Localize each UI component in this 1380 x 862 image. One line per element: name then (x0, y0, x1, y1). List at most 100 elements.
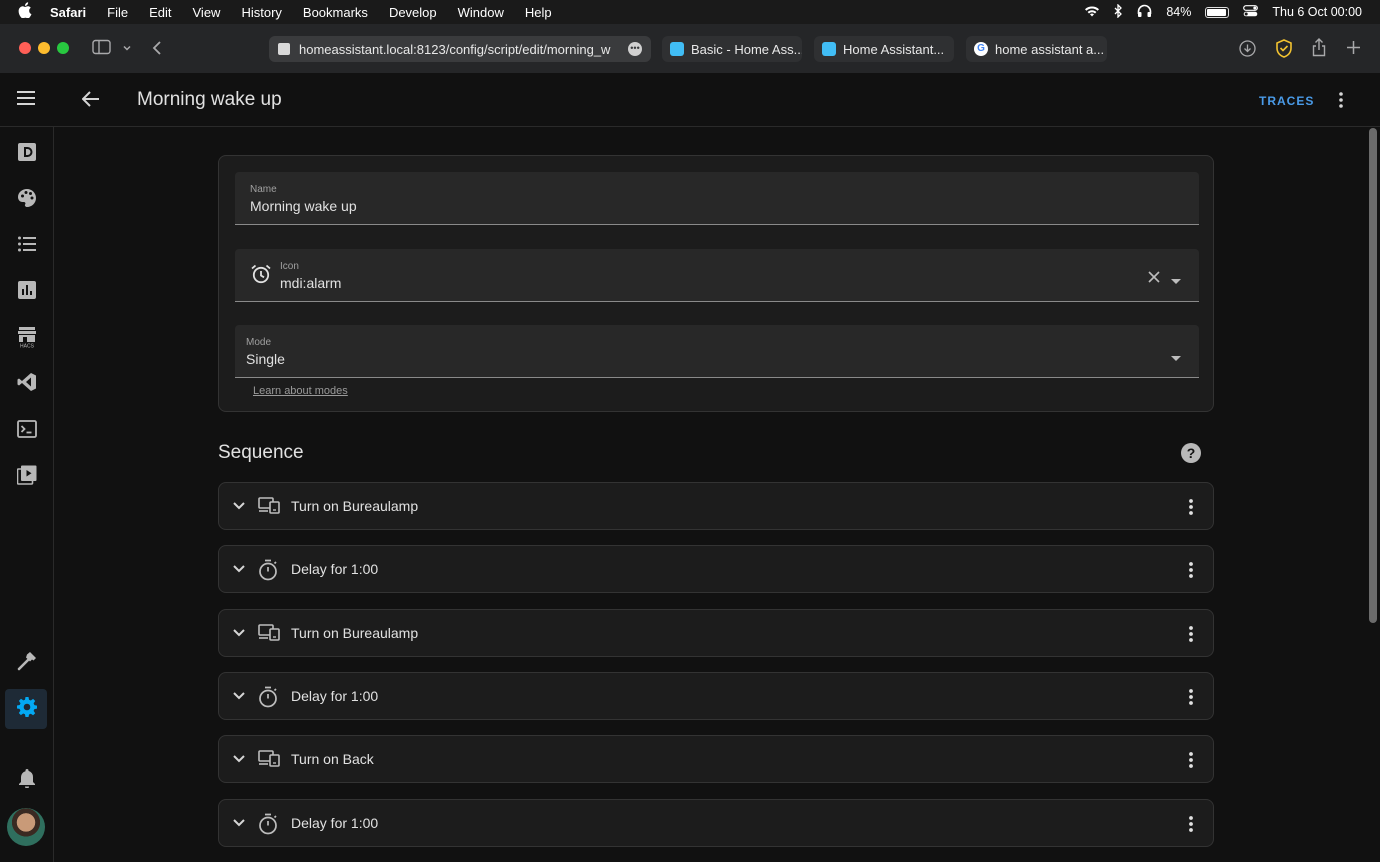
menu-edit[interactable]: Edit (149, 5, 171, 20)
timer-icon (258, 813, 280, 835)
menu-app-name[interactable]: Safari (50, 5, 86, 20)
sequence-action-row[interactable]: Delay for 1:00 (218, 799, 1214, 847)
menu-file[interactable]: File (107, 5, 128, 20)
terminal-icon (17, 419, 37, 443)
traces-button[interactable]: TRACES (1259, 94, 1314, 108)
mode-select[interactable]: Mode Single (235, 325, 1199, 378)
gear-icon (17, 696, 38, 722)
sidebar-item-history[interactable] (0, 272, 54, 312)
action-menu-icon[interactable] (1182, 560, 1200, 580)
sequence-action-row[interactable]: Delay for 1:00 (218, 545, 1214, 593)
sequence-heading: Sequence (218, 442, 304, 463)
expand-chevron-icon[interactable] (231, 687, 247, 703)
sidebar-item-logbook[interactable] (0, 226, 54, 266)
sidebar-item-map[interactable] (0, 180, 54, 220)
menu-help[interactable]: Help (525, 5, 552, 20)
script-editor: Name Morning wake up Icon mdi:alarm Mode… (54, 127, 1377, 862)
menu-window[interactable]: Window (458, 5, 504, 20)
sidebar-item-media[interactable] (0, 457, 54, 497)
chart-icon (18, 280, 36, 304)
sequence-action-row[interactable]: Turn on Bureaulamp (218, 482, 1214, 530)
action-label: Delay for 1:00 (291, 815, 379, 831)
close-window-button[interactable] (19, 42, 31, 54)
back-nav-icon[interactable] (151, 40, 163, 60)
browser-tab-google[interactable]: G home assistant a... (966, 36, 1107, 62)
vscode-icon (17, 372, 37, 397)
battery-percent: 84% (1166, 5, 1192, 19)
expand-chevron-icon[interactable] (231, 624, 247, 640)
icon-field[interactable]: Icon mdi:alarm (235, 249, 1199, 302)
sidebar-item-developer-tools[interactable] (0, 643, 54, 683)
tab-title: home assistant a... (995, 41, 1105, 57)
devices-icon (258, 496, 280, 518)
action-menu-icon[interactable] (1182, 687, 1200, 707)
clock[interactable]: Thu 6 Oct 00:00 (1272, 5, 1362, 19)
menu-icon[interactable] (17, 91, 35, 110)
sequence-action-row[interactable]: Delay for 1:00 (218, 672, 1214, 720)
home-assistant-favicon (670, 42, 684, 56)
zoom-window-button[interactable] (57, 42, 69, 54)
action-menu-icon[interactable] (1182, 814, 1200, 834)
back-arrow-icon[interactable] (81, 91, 100, 112)
action-label: Turn on Back (291, 751, 374, 767)
menu-history[interactable]: History (241, 5, 281, 20)
menu-view[interactable]: View (193, 5, 221, 20)
action-menu-icon[interactable] (1182, 624, 1200, 644)
bluetooth-icon[interactable] (1114, 2, 1123, 21)
expand-chevron-icon[interactable] (231, 750, 247, 766)
battery-icon[interactable] (1205, 6, 1230, 18)
wifi-icon[interactable] (1084, 5, 1100, 20)
expand-chevron-icon[interactable] (231, 560, 247, 576)
timer-icon (258, 686, 280, 708)
learn-about-modes-link[interactable]: Learn about modes (253, 385, 348, 397)
minimize-window-button[interactable] (38, 42, 50, 54)
overflow-menu-icon[interactable] (1332, 91, 1350, 114)
scrollbar[interactable] (1369, 128, 1377, 623)
dropdown-arrow-icon[interactable] (1171, 272, 1181, 290)
browser-tab-basic[interactable]: Basic - Home Ass... (662, 36, 802, 62)
page-options-icon[interactable]: ••• (628, 42, 642, 56)
name-field-label: Name (250, 184, 277, 195)
help-icon[interactable]: ? (1181, 443, 1201, 463)
avatar[interactable] (7, 808, 45, 846)
shield-extension-icon[interactable] (1275, 39, 1293, 62)
dropdown-arrow-icon[interactable] (1171, 349, 1181, 367)
browser-toolbar: homeassistant.local:8123/config/script/e… (0, 24, 1380, 73)
sidebar-item-vscode[interactable] (0, 364, 54, 404)
site-favicon (278, 43, 290, 55)
sidebar-item-terminal[interactable] (0, 411, 54, 451)
sequence-action-row[interactable]: Turn on Bureaulamp (218, 609, 1214, 657)
menu-bookmarks[interactable]: Bookmarks (303, 5, 368, 20)
new-tab-icon[interactable] (1346, 40, 1361, 59)
action-label: Delay for 1:00 (291, 688, 379, 704)
chevron-down-icon[interactable] (122, 40, 132, 57)
bell-icon (18, 768, 36, 793)
action-menu-icon[interactable] (1182, 497, 1200, 517)
dashboard-icon (18, 142, 36, 166)
action-menu-icon[interactable] (1182, 750, 1200, 770)
sequence-action-row[interactable]: Turn on Back (218, 735, 1214, 783)
headphones-icon[interactable] (1137, 4, 1152, 21)
sidebar: HACS (0, 127, 54, 862)
clear-icon[interactable] (1148, 270, 1160, 288)
control-center-icon[interactable] (1243, 4, 1259, 20)
page-title: Morning wake up (137, 89, 282, 110)
sidebar-toggle-icon[interactable] (92, 39, 112, 59)
sidebar-item-settings[interactable] (0, 689, 54, 729)
app-header: Morning wake up TRACES (0, 73, 1380, 127)
sidebar-item-notifications[interactable] (0, 760, 54, 800)
expand-chevron-icon[interactable] (231, 497, 247, 513)
tab-title: Home Assistant... (843, 41, 945, 57)
sidebar-item-dashboard[interactable] (0, 134, 54, 174)
list-icon (18, 236, 36, 257)
expand-chevron-icon[interactable] (231, 814, 247, 830)
devices-icon (258, 623, 280, 645)
browser-tab-home-assistant[interactable]: Home Assistant... (814, 36, 954, 62)
menu-develop[interactable]: Develop (389, 5, 437, 20)
sidebar-item-hacs[interactable]: HACS (0, 319, 54, 359)
name-field[interactable]: Name Morning wake up (235, 172, 1199, 225)
share-icon[interactable] (1311, 38, 1327, 61)
address-bar[interactable]: homeassistant.local:8123/config/script/e… (269, 36, 651, 62)
apple-icon[interactable] (18, 2, 36, 22)
downloads-icon[interactable] (1239, 40, 1256, 61)
